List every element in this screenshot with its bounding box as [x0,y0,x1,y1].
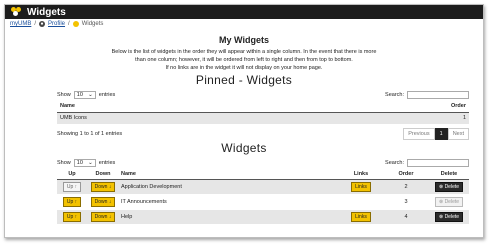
page-title: My Widgets [219,35,269,45]
links-button[interactable]: Links [351,211,371,222]
pinned-table: Name Order UMB Icons 1 [57,101,469,124]
up-button[interactable]: Up ↑ [62,211,82,222]
search-label: Search: [385,160,404,166]
profile-icon: ● [39,21,46,27]
column-header-order[interactable]: Order [308,101,469,113]
pinned-controls: Show 10 ⌄ entries Search: [5,91,483,99]
widgets-section-title: Widgets [221,141,267,155]
delete-button[interactable]: ⊗ Delete [434,181,464,192]
pinned-search-input[interactable] [407,91,469,99]
widgets-controls: Show 10 ⌄ entries Search: [5,159,483,167]
breadcrumb-myumb[interactable]: myUMB [10,21,31,27]
up-button[interactable]: Up ↑ [62,196,82,207]
intro-line: than one column; however, it will be ord… [135,57,353,63]
pinned-footer: Showing 1 to 1 of 1 entries Previous 1 N… [5,128,483,140]
table-row: UMB Icons 1 [57,112,469,124]
column-header-down: Down [87,169,119,180]
widgets-page-size-select[interactable]: 10 ⌄ [73,159,96,167]
delete-button[interactable]: ⊗ Delete [434,211,464,222]
column-header-name[interactable]: Name [119,169,339,180]
table-row: Up ↑ Down ↓ Help Links 4 ⊗ Delete [57,209,469,225]
entries-label: entries [98,160,116,166]
down-button[interactable]: Down ↓ [90,181,116,192]
widget-name: Help [119,209,339,225]
widget-order: 3 [383,194,429,210]
widgets-icon [72,21,79,27]
table-row: Up ↑ Down ↓ IT Announcements 3 ⊗ Delete [57,194,469,210]
next-button[interactable]: Next [447,128,469,140]
breadcrumb-profile[interactable]: Profile [48,21,65,27]
breadcrumb-current: Widgets [81,21,104,27]
pinned-section-title: Pinned - Widgets [195,73,293,87]
app-window: Widgets myUMB / ● Profile / Widgets My W… [4,4,484,238]
pinned-page-size-select[interactable]: 10 ⌄ [73,91,96,99]
down-button[interactable]: Down ↓ [90,211,116,222]
entries-label: entries [98,92,116,98]
widget-order: 2 [383,179,429,195]
widgets-table: Up Down Name Links Order Delete Up ↑ Dow… [57,169,469,225]
chevron-down-icon: ⌄ [88,92,93,98]
column-header-links: Links [339,169,383,180]
search-label: Search: [385,92,404,98]
page-1-button[interactable]: 1 [434,128,448,140]
down-button[interactable]: Down ↓ [90,196,116,207]
table-row: Up ↑ Down ↓ Application Development Link… [57,179,469,195]
breadcrumb-separator: / [68,21,70,27]
intro-line: Below is the list of widgets in the orde… [111,49,377,55]
table-info: Showing 1 to 1 of 1 entries [57,131,123,137]
title-bar: Widgets [5,5,483,19]
previous-button[interactable]: Previous [403,128,435,140]
widget-name: IT Announcements [119,194,339,210]
up-button[interactable]: Up ↑ [62,181,82,192]
umb-logo-icon [11,7,23,17]
column-header-name[interactable]: Name [57,101,309,113]
breadcrumb-separator: / [34,21,37,27]
intro-line: If no links are in the widget it will no… [165,65,323,71]
links-button[interactable]: Links [351,181,371,192]
show-label: Show [57,160,71,166]
show-label: Show [57,92,71,98]
window-title: Widgets [27,6,66,18]
widget-order: 1 [308,112,469,124]
column-header-order[interactable]: Order [383,169,429,180]
column-header-delete: Delete [429,169,469,180]
widget-name: Application Development [119,179,339,195]
intro-text: Below is the list of widgets in the orde… [5,48,483,72]
chevron-down-icon: ⌄ [88,160,93,166]
widget-name: UMB Icons [57,112,309,124]
widget-order: 4 [383,209,429,225]
breadcrumb: myUMB / ● Profile / Widgets [5,19,483,29]
column-header-up: Up [57,169,87,180]
widgets-search-input[interactable] [407,159,469,167]
delete-button[interactable]: ⊗ Delete [434,196,464,207]
pagination: Previous 1 Next [403,128,469,140]
